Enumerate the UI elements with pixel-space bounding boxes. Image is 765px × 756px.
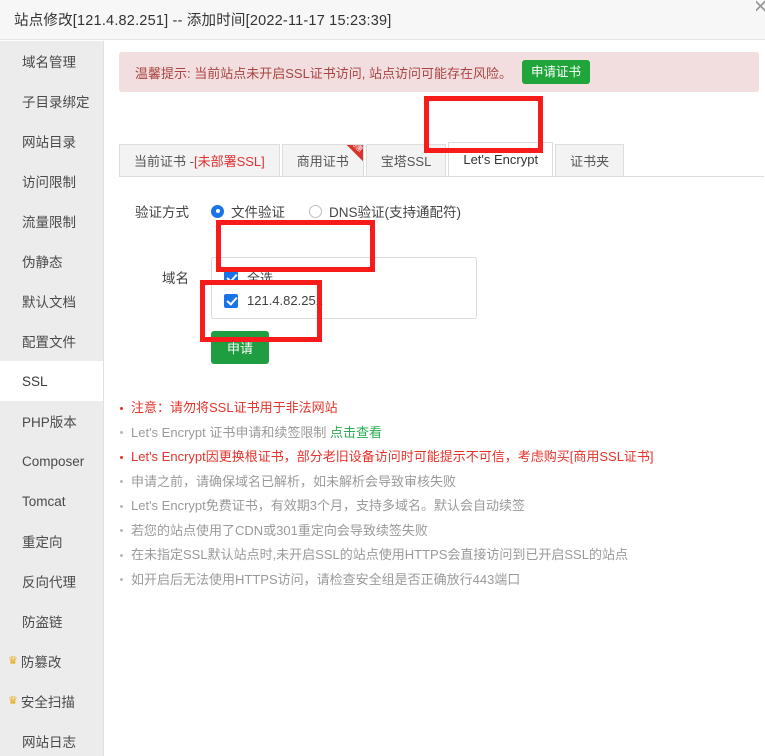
sidebar-item-17[interactable]: 网站日志 (0, 721, 103, 756)
note-link[interactable]: 点击查看 (330, 425, 382, 440)
sidebar-item-label: 流量限制 (22, 215, 76, 230)
verify-method-label: 验证方式 (135, 205, 189, 220)
resize-corner-icon (756, 0, 765, 12)
verify-method-options[interactable]: 文件验证 DNS验证(支持通配符) (211, 201, 485, 221)
tab-status-suffix: [未部署SSL] (193, 154, 265, 169)
note-text: Let's Encrypt因更换根证书，部分老旧设备访问时可能提示不可信，考虑购… (131, 449, 570, 464)
note-text: 若您的站点使用了CDN或301重定向会导致续签失败 (131, 522, 428, 538)
sidebar-item-label: 伪静态 (22, 255, 63, 270)
checkbox-checked-icon[interactable] (224, 293, 238, 308)
note-item-7: 如开启后无法使用HTTPS访问，请检查安全组是否正确放行443端口 (120, 568, 763, 593)
verify-option-label: 文件验证 (231, 205, 285, 220)
sidebar-item-1[interactable]: 子目录绑定 (0, 81, 103, 121)
sidebar-item-label: 配置文件 (22, 335, 76, 350)
note-text: 在未指定SSL默认站点时,未开启SSL的站点使用HTTPS会直接访问到已开启SS… (131, 547, 628, 562)
domain-row: 域名 全选 121.4.82.251 (127, 257, 477, 319)
radio-icon[interactable] (211, 204, 224, 218)
tab-label: 证书夹 (570, 154, 610, 169)
sidebar-item-3[interactable]: 访问限制 (0, 161, 103, 201)
tab-label: 商用证书 (296, 154, 349, 169)
crown-icon: ♛ (8, 654, 18, 667)
sidebar-item-label: 默认文档 (22, 295, 76, 310)
sidebar-item-label: 安全扫描 (20, 695, 75, 710)
note-item-2: Let's Encrypt因更换根证书，部分老旧设备访问时可能提示不可信，考虑购… (120, 445, 763, 470)
site-edit-dialog: 站点修改[121.4.82.251] -- 添加时间[2022-11-17 15… (0, 0, 765, 756)
domain-item-label: 121.4.82.251 (247, 293, 323, 308)
sidebar-item-4[interactable]: 流量限制 (0, 201, 103, 241)
sidebar-item-label: 网站目录 (22, 135, 76, 150)
verify-option-0[interactable]: 文件验证 (211, 201, 285, 221)
note-item-3: 申请之前，请确保域名已解析，如未解析会导致审核失败 (120, 470, 763, 495)
sidebar-item-2[interactable]: 网站目录 (0, 121, 103, 161)
note-item-1: Let's Encrypt 证书申请和续签限制 点击查看 (120, 421, 763, 446)
ssl-notes-list: 注意：请勿将SSL证书用于非法网站 Let's Encrypt 证书申请和续签限制… (113, 396, 763, 592)
sidebar-item-label: PHP版本 (22, 415, 77, 430)
verify-method-row: 验证方式 文件验证 DNS验证(支持通配符) (127, 201, 485, 221)
sidebar-item-label: Composer (22, 453, 85, 469)
tab-1[interactable]: 商用证书 特惠 (281, 144, 364, 176)
sidebar-item-label: 子目录绑定 (22, 95, 90, 110)
crown-icon: ♛ (8, 694, 18, 707)
verify-option-label: DNS验证(支持通配符) (329, 205, 461, 220)
sidebar-item-7[interactable]: 配置文件 (0, 321, 103, 361)
tab-label: Let's Encrypt (463, 152, 539, 167)
sidebar-item-label: Tomcat (22, 493, 66, 509)
note-item-0: 注意：请勿将SSL证书用于非法网站 (120, 396, 763, 421)
note-text: 注意：请勿将SSL证书用于非法网站 (131, 400, 338, 415)
domain-item-label: 全选 (247, 271, 274, 286)
tab-3[interactable]: Let's Encrypt (448, 142, 554, 176)
sidebar-item-label: SSL (22, 373, 48, 389)
dialog-title: 站点修改[121.4.82.251] -- 添加时间[2022-11-17 15… (14, 13, 392, 29)
tab-0[interactable]: 当前证书 - [未部署SSL] (119, 144, 280, 176)
sidebar-item-15[interactable]: ♛ 防篡改 (0, 641, 103, 681)
dialog-titlebar: 站点修改[121.4.82.251] -- 添加时间[2022-11-17 15… (0, 0, 765, 40)
sidebar-item-label: 域名管理 (22, 55, 76, 70)
checkbox-checked-icon[interactable] (224, 270, 238, 285)
verify-option-1[interactable]: DNS验证(支持通配符) (309, 201, 461, 221)
apply-button-wrap: 申请 (211, 331, 270, 364)
sidebar-item-label: 重定向 (22, 535, 63, 550)
tab-2[interactable]: 宝塔SSL (365, 144, 447, 176)
note-text: 如开启后无法使用HTTPS访问，请检查安全组是否正确放行443端口 (131, 571, 521, 587)
tab-4[interactable]: 证书夹 (555, 144, 625, 176)
ssl-warning-banner: 温馨提示: 当前站点未开启SSL证书访问, 站点访问可能存在风险。 申请证书 (119, 52, 759, 92)
apply-button[interactable]: 申请 (211, 331, 270, 364)
domain-checkbox-list[interactable]: 全选 121.4.82.251 (211, 257, 477, 319)
sidebar-item-label: 防盗链 (22, 615, 63, 630)
sidebar-item-label: 防篡改 (20, 655, 62, 670)
note-link[interactable]: [商用SSL证书] (570, 449, 654, 464)
radio-icon[interactable] (309, 204, 322, 218)
sidebar-item-12[interactable]: 重定向 (0, 521, 103, 561)
apply-certificate-button[interactable]: 申请证书 (522, 59, 591, 85)
ssl-panel: 温馨提示: 当前站点未开启SSL证书访问, 站点访问可能存在风险。 申请证书 当… (105, 41, 765, 756)
settings-sidebar[interactable]: 域名管理子目录绑定网站目录访问限制流量限制伪静态默认文档配置文件 SSL PHP版本… (0, 41, 104, 756)
sidebar-item-5[interactable]: 伪静态 (0, 241, 103, 281)
domain-label: 域名 (162, 271, 189, 286)
sidebar-item-13[interactable]: 反向代理 (0, 561, 103, 601)
tab-label: 当前证书 - (134, 154, 194, 169)
note-item-4: Let's Encrypt免费证书，有效期3个月，支持多域名。默认会自动续签 (120, 494, 763, 519)
note-text: Let's Encrypt免费证书，有效期3个月，支持多域名。默认会自动续签 (131, 498, 525, 513)
sidebar-item-6[interactable]: 默认文档 (0, 281, 103, 321)
sidebar-item-label: 访问限制 (22, 175, 76, 190)
sidebar-item-label: 网站日志 (22, 735, 76, 750)
tab-label: 宝塔SSL (380, 154, 432, 169)
sidebar-item-8[interactable]: SSL (0, 361, 103, 401)
note-item-6: 在未指定SSL默认站点时,未开启SSL的站点使用HTTPS会直接访问到已开启SS… (120, 543, 763, 568)
domain-item-1[interactable]: 121.4.82.251 (224, 289, 476, 312)
sidebar-item-11[interactable]: Tomcat (0, 481, 103, 521)
sidebar-item-10[interactable]: Composer (0, 441, 103, 481)
ssl-warning-text: 温馨提示: 当前站点未开启SSL证书访问, 站点访问可能存在风险。 (135, 65, 513, 81)
certificate-tabs[interactable]: 当前证书 - [未部署SSL] 商用证书 特惠 宝塔SSL Let's Encrypt 证… (119, 142, 764, 177)
note-text: 申请之前，请确保域名已解析，如未解析会导致审核失败 (131, 473, 457, 489)
sidebar-item-14[interactable]: 防盗链 (0, 601, 103, 641)
sidebar-item-9[interactable]: PHP版本 (0, 401, 103, 441)
note-text: Let's Encrypt 证书申请和续签限制 (131, 424, 330, 440)
sidebar-item-16[interactable]: ♛ 安全扫描 (0, 681, 103, 721)
domain-item-0[interactable]: 全选 (224, 266, 476, 289)
sidebar-item-0[interactable]: 域名管理 (0, 41, 103, 81)
sidebar-item-label: 反向代理 (22, 575, 76, 590)
note-item-5: 若您的站点使用了CDN或301重定向会导致续签失败 (120, 519, 763, 544)
